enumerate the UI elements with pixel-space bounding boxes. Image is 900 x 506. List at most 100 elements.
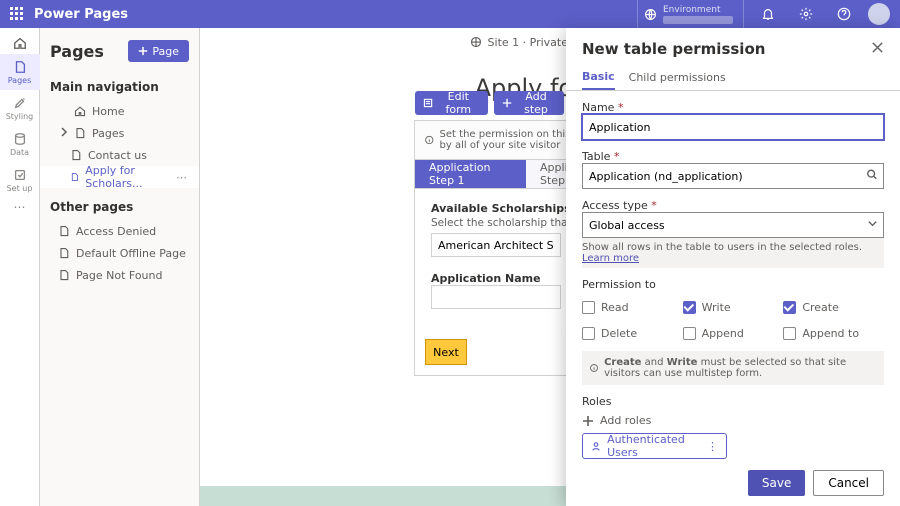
perm-label: Create xyxy=(802,301,839,314)
permission-to-label: Permission to xyxy=(582,278,884,291)
checkbox[interactable] xyxy=(783,327,796,340)
rail-data[interactable]: Data xyxy=(0,126,40,162)
app-name: Power Pages xyxy=(34,7,128,22)
perm-append[interactable]: Append xyxy=(683,323,784,343)
checkbox[interactable] xyxy=(683,301,696,314)
avatar[interactable] xyxy=(868,3,890,25)
perm-delete[interactable]: Delete xyxy=(582,323,683,343)
add-roles-button[interactable]: Add roles xyxy=(582,414,884,427)
checkbox[interactable] xyxy=(582,301,595,314)
info-icon xyxy=(590,362,598,374)
rail-setup[interactable]: Set up xyxy=(0,162,40,198)
perm-write[interactable]: Write xyxy=(683,297,784,317)
pages-pane: Pages Page Main navigation Home Pages Co… xyxy=(40,28,200,506)
plus-icon xyxy=(138,46,148,56)
plus-icon xyxy=(502,97,512,109)
access-label: Access type xyxy=(582,199,648,212)
perm-label: Append to xyxy=(802,327,859,340)
notifications-button[interactable] xyxy=(754,0,782,28)
page-icon xyxy=(74,127,86,139)
panel-close[interactable] xyxy=(871,41,884,57)
tree-notfound[interactable]: Page Not Found xyxy=(40,264,199,286)
pages-pane-title: Pages xyxy=(50,42,104,61)
person-icon xyxy=(591,440,601,452)
home-icon xyxy=(13,36,27,50)
role-pill-more[interactable]: ⋮ xyxy=(707,440,718,453)
save-button[interactable]: Save xyxy=(748,470,805,496)
table-search-icon[interactable] xyxy=(866,169,878,184)
tree-item-more[interactable]: ⋯ xyxy=(176,171,187,184)
tree-home[interactable]: Home xyxy=(40,100,199,122)
rail-styling[interactable]: Styling xyxy=(0,90,40,126)
environment-picker[interactable]: Environment xyxy=(637,0,744,28)
table-input[interactable] xyxy=(582,163,884,189)
chevron-right-icon xyxy=(58,126,70,138)
settings-button[interactable] xyxy=(792,0,820,28)
search-icon xyxy=(866,169,878,181)
help-icon xyxy=(837,7,851,21)
help-button[interactable] xyxy=(830,0,858,28)
access-hint: Show all rows in the table to users in t… xyxy=(582,238,884,268)
appname-input[interactable] xyxy=(431,285,561,309)
plus-icon xyxy=(582,415,594,427)
rail-more[interactable]: ⋯ xyxy=(14,200,26,214)
perm-label: Append xyxy=(702,327,744,340)
next-button[interactable]: Next xyxy=(425,339,467,365)
tree-access-denied[interactable]: Access Denied xyxy=(40,220,199,242)
permission-panel: New table permission Basic Child permiss… xyxy=(566,28,900,506)
role-pill[interactable]: Authenticated Users ⋮ xyxy=(582,433,727,459)
roles-label: Roles xyxy=(582,395,884,408)
access-select[interactable] xyxy=(582,212,884,238)
checkbox[interactable] xyxy=(582,327,595,340)
info-icon xyxy=(425,134,434,146)
setup-icon xyxy=(13,168,27,182)
perm-create[interactable]: Create xyxy=(783,297,884,317)
scholarships-label: Available Scholarships xyxy=(431,202,571,215)
gear-icon xyxy=(799,7,813,21)
bell-icon xyxy=(761,7,775,21)
name-input[interactable] xyxy=(582,114,884,140)
perm-label: Delete xyxy=(601,327,637,340)
add-step-button[interactable]: Add step xyxy=(494,91,565,115)
database-icon xyxy=(13,132,27,146)
table-label: Table xyxy=(582,150,610,163)
step-tab-1[interactable]: Application Step 1 xyxy=(415,160,526,188)
form-icon xyxy=(423,97,433,109)
app-launcher-icon[interactable] xyxy=(10,7,24,21)
rail-pages[interactable]: Pages xyxy=(0,54,40,90)
page-icon xyxy=(13,60,27,74)
top-bar: Power Pages Environment xyxy=(0,0,900,28)
tree-offline[interactable]: Default Offline Page xyxy=(40,242,199,264)
page-icon xyxy=(58,269,70,281)
checkbox[interactable] xyxy=(783,301,796,314)
page-icon xyxy=(70,149,82,161)
rail-home[interactable] xyxy=(13,32,27,54)
close-icon xyxy=(871,41,884,54)
learn-more-link[interactable]: Learn more xyxy=(582,253,639,264)
perm-appendto[interactable]: Append to xyxy=(783,323,884,343)
section-other-pages: Other pages xyxy=(40,190,199,218)
scholarships-input[interactable] xyxy=(431,233,561,257)
panel-title: New table permission xyxy=(582,40,765,58)
page-icon xyxy=(58,247,70,259)
page-icon xyxy=(70,171,79,183)
left-rail: Pages Styling Data Set up ⋯ xyxy=(0,28,40,506)
tab-basic[interactable]: Basic xyxy=(582,64,615,90)
appname-label: Application Name xyxy=(431,272,541,285)
tree-pages[interactable]: Pages xyxy=(40,122,199,144)
checkbox[interactable] xyxy=(683,327,696,340)
chevron-down-icon xyxy=(867,218,878,229)
new-page-button[interactable]: Page xyxy=(128,40,189,62)
edit-form-button[interactable]: Edit form xyxy=(415,91,488,115)
perm-read[interactable]: Read xyxy=(582,297,683,317)
cancel-button[interactable]: Cancel xyxy=(813,470,884,496)
site-icon xyxy=(470,36,482,48)
environment-icon xyxy=(644,8,657,21)
perm-label: Write xyxy=(702,301,731,314)
tree-contact[interactable]: Contact us xyxy=(40,144,199,166)
tab-child[interactable]: Child permissions xyxy=(629,64,726,90)
home-icon xyxy=(74,105,86,117)
perm-label: Read xyxy=(601,301,629,314)
section-main-nav: Main navigation xyxy=(40,70,199,98)
tree-apply[interactable]: Apply for Scholars...⋯ xyxy=(40,166,199,188)
